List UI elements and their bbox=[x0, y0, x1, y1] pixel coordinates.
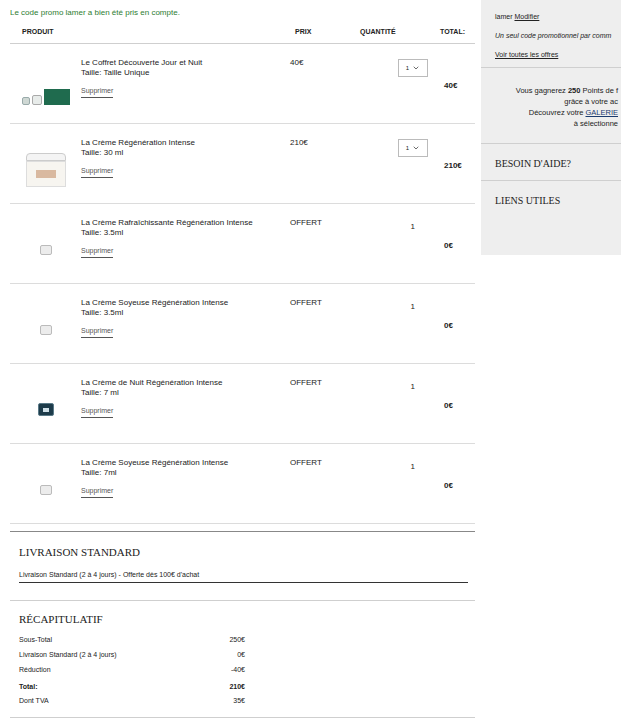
shipping-title: LIVRAISON STANDARD bbox=[10, 546, 475, 559]
quantity: 1 bbox=[411, 382, 415, 443]
product-image bbox=[38, 403, 54, 416]
summary-section: RÉCAPITULATIF Sous-Total250€ Livraison Sta… bbox=[10, 601, 475, 718]
product-total: 0€ bbox=[444, 241, 453, 251]
product-image bbox=[40, 485, 52, 495]
summary-title: RÉCAPITULATIF bbox=[10, 613, 475, 626]
product-total: 40€ bbox=[444, 81, 457, 91]
product-size: Taille: 30 ml bbox=[81, 148, 290, 158]
product-total: 0€ bbox=[444, 321, 453, 331]
remove-link[interactable]: Supprimer bbox=[81, 246, 113, 258]
remove-link[interactable]: Supprimer bbox=[81, 486, 113, 498]
quantity-select[interactable]: 1 bbox=[398, 59, 428, 77]
remove-link[interactable]: Supprimer bbox=[81, 166, 113, 178]
promo-code: lamer Modifier bbox=[495, 12, 621, 21]
points-info: Vous gagnerez 250 Points de fgrâce à vot… bbox=[481, 68, 621, 144]
product-name[interactable]: La Crème Rafraîchissante Régénération In… bbox=[81, 218, 290, 228]
cart-row: Le Coffret Découverte Jour et NuitTaille… bbox=[10, 44, 475, 124]
sidebar-section[interactable]: BESOIN D'AIDE? bbox=[481, 144, 621, 181]
cart-row: La Crème Rafraîchissante Régénération In… bbox=[10, 204, 475, 284]
promo-note: Un seul code promotionnel par comm bbox=[495, 31, 621, 40]
summary-row: Livraison Standard (2 à 4 jours)0€ bbox=[10, 650, 245, 659]
product-name[interactable]: La Crème Soyeuse Régénération Intense bbox=[81, 458, 290, 468]
product-price: OFFERT bbox=[290, 204, 370, 283]
sidebar-section[interactable]: LIENS UTILES bbox=[481, 181, 621, 217]
modify-link[interactable]: Modifier bbox=[514, 13, 539, 20]
product-total: 0€ bbox=[444, 481, 453, 491]
product-price: 40€ bbox=[290, 44, 370, 123]
product-total: 210€ bbox=[444, 161, 462, 171]
shipping-option[interactable]: Livraison Standard (2 à 4 jours) - Offer… bbox=[19, 570, 468, 583]
remove-link[interactable]: Supprimer bbox=[81, 86, 113, 98]
summary-row: Total:210€ bbox=[10, 682, 245, 691]
cart-row: La Crème de Nuit Régénération IntenseTai… bbox=[10, 364, 475, 444]
remove-link[interactable]: Supprimer bbox=[81, 326, 113, 338]
product-size: Taille: 7ml bbox=[81, 468, 290, 478]
product-total: 0€ bbox=[444, 401, 453, 411]
summary-row: Réduction-40€ bbox=[10, 665, 245, 674]
offers-link[interactable]: Voir toutes les offres bbox=[495, 50, 621, 59]
quantity-select[interactable]: 1 bbox=[398, 139, 428, 157]
product-size: Taille: 3.5ml bbox=[81, 308, 290, 318]
product-image bbox=[40, 245, 52, 255]
product-name[interactable]: Le Coffret Découverte Jour et Nuit bbox=[81, 58, 290, 68]
product-size: Taille: 3.5ml bbox=[81, 228, 290, 238]
sidebar: lamer Modifier Un seul code promotionnel … bbox=[481, 0, 621, 255]
product-name[interactable]: La Crème Régénération Intense bbox=[81, 138, 290, 148]
product-image bbox=[26, 153, 66, 187]
product-image bbox=[22, 75, 70, 105]
promo-notice: Le code promo lamer a bien été pris en c… bbox=[10, 0, 475, 18]
product-image bbox=[40, 325, 52, 335]
cart-row: La Crème Régénération IntenseTaille: 30 … bbox=[10, 124, 475, 204]
product-size: Taille: Taille Unique bbox=[81, 68, 290, 78]
quantity: 1 bbox=[411, 302, 415, 363]
quantity: 1 bbox=[411, 462, 415, 523]
chevron-down-icon bbox=[412, 64, 420, 72]
product-price: OFFERT bbox=[290, 364, 370, 443]
table-header: PRODUITPRIXQUANTITÉTOTAL: bbox=[10, 18, 475, 44]
cart-main: Le code promo lamer a bien été pris en c… bbox=[0, 0, 475, 724]
summary-row: Dont TVA35€ bbox=[10, 696, 245, 705]
quantity: 1 bbox=[411, 222, 415, 283]
product-price: 210€ bbox=[290, 124, 370, 203]
product-price: OFFERT bbox=[290, 284, 370, 363]
cart-row: La Crème Soyeuse Régénération IntenseTai… bbox=[10, 284, 475, 364]
product-price: OFFERT bbox=[290, 444, 370, 523]
cart-page: Le code promo lamer a bien été pris en c… bbox=[0, 0, 621, 724]
cart-row: La Crème Soyeuse Régénération IntenseTai… bbox=[10, 444, 475, 524]
summary-row: Sous-Total250€ bbox=[10, 635, 245, 644]
chevron-down-icon bbox=[412, 144, 420, 152]
shipping-section: LIVRAISON STANDARD Livraison Standard (2 … bbox=[10, 531, 475, 601]
product-size: Taille: 7 ml bbox=[81, 388, 290, 398]
product-name[interactable]: La Crème Soyeuse Régénération Intense bbox=[81, 298, 290, 308]
remove-link[interactable]: Supprimer bbox=[81, 406, 113, 418]
product-name[interactable]: La Crème de Nuit Régénération Intense bbox=[81, 378, 290, 388]
